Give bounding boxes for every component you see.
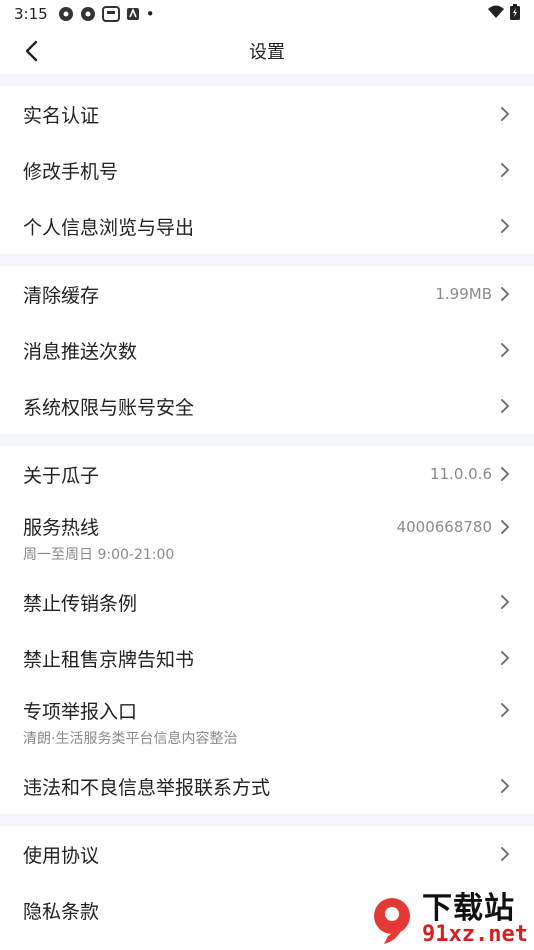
chevron-right-icon bbox=[498, 162, 512, 178]
row-label: 系统权限与账号安全 bbox=[23, 396, 195, 419]
row-subtitle: 周一至周日 9:00-21:00 bbox=[23, 546, 175, 563]
notification-dot: • bbox=[145, 5, 155, 23]
status-time: 3:15 bbox=[14, 5, 48, 23]
row-label: 专项举报入口 bbox=[23, 700, 138, 723]
hotline-number: 4000668780 bbox=[396, 518, 492, 536]
watermark-logo: 下载站 91xz.net bbox=[364, 892, 528, 948]
chevron-right-icon bbox=[498, 778, 512, 794]
navigation-bar: 设置 bbox=[0, 28, 534, 74]
chevron-left-icon bbox=[25, 40, 38, 62]
app-icon bbox=[126, 7, 140, 21]
chevron-right-icon bbox=[498, 286, 512, 302]
settings-row[interactable]: 禁止传销条例 bbox=[0, 574, 534, 630]
row-label: 隐私条款 bbox=[23, 900, 100, 923]
watermark-url: 91xz.net bbox=[422, 922, 528, 947]
chevron-right-icon bbox=[498, 594, 512, 610]
app-icon bbox=[58, 6, 74, 22]
version-value: 11.0.0.6 bbox=[429, 465, 492, 483]
settings-row[interactable]: 专项举报入口 清朗·生活服务类平台信息内容整治 bbox=[0, 686, 534, 758]
settings-row[interactable]: 使用协议 bbox=[0, 826, 534, 882]
page-title: 设置 bbox=[249, 42, 285, 63]
settings-row[interactable]: 消息推送次数 bbox=[0, 322, 534, 378]
chevron-right-icon bbox=[498, 106, 512, 122]
row-label: 个人信息浏览与导出 bbox=[23, 216, 195, 239]
row-label: 实名认证 bbox=[23, 104, 100, 127]
chevron-right-icon bbox=[498, 650, 512, 666]
settings-group: 实名认证 修改手机号 个人信息浏览与导出 bbox=[0, 86, 534, 254]
row-label: 使用协议 bbox=[23, 844, 100, 867]
settings-row[interactable]: 个人信息浏览与导出 bbox=[0, 198, 534, 254]
row-label: 消息推送次数 bbox=[23, 340, 138, 363]
section-divider bbox=[0, 814, 534, 826]
watermark-text: 下载站 bbox=[422, 891, 516, 926]
battery-icon bbox=[510, 4, 520, 24]
row-subtitle: 清朗·生活服务类平台信息内容整治 bbox=[23, 730, 238, 747]
row-label: 禁止租售京牌告知书 bbox=[23, 648, 195, 671]
app-icon bbox=[101, 6, 120, 22]
app-icon bbox=[80, 6, 96, 22]
section-divider bbox=[0, 434, 534, 446]
status-bar: 3:15 • bbox=[0, 0, 534, 28]
settings-row[interactable]: 清除缓存 1.99MB bbox=[0, 266, 534, 322]
row-label: 修改手机号 bbox=[23, 160, 119, 183]
back-button[interactable] bbox=[16, 36, 46, 66]
settings-row[interactable]: 禁止租售京牌告知书 bbox=[0, 630, 534, 686]
chevron-right-icon bbox=[498, 218, 512, 234]
settings-row[interactable]: 系统权限与账号安全 bbox=[0, 378, 534, 434]
row-label: 禁止传销条例 bbox=[23, 592, 138, 615]
section-divider bbox=[0, 254, 534, 266]
settings-group: 关于瓜子 11.0.0.6 服务热线 周一至周日 9:00-21:00 4000… bbox=[0, 446, 534, 814]
settings-row[interactable]: 违法和不良信息举报联系方式 bbox=[0, 758, 534, 814]
chevron-right-icon bbox=[498, 519, 512, 535]
chevron-right-icon bbox=[498, 846, 512, 862]
row-label: 清除缓存 bbox=[23, 284, 100, 307]
chevron-right-icon bbox=[498, 466, 512, 482]
wifi-icon bbox=[488, 5, 504, 23]
settings-row[interactable]: 实名认证 bbox=[0, 86, 534, 142]
row-label: 服务热线 bbox=[23, 516, 100, 539]
chevron-right-icon bbox=[498, 342, 512, 358]
watermark-9-icon bbox=[374, 898, 411, 944]
settings-group: 清除缓存 1.99MB 消息推送次数 系统权限与账号安全 bbox=[0, 266, 534, 434]
settings-row[interactable]: 服务热线 周一至周日 9:00-21:00 4000668780 bbox=[0, 502, 534, 574]
section-divider bbox=[0, 74, 534, 86]
settings-row[interactable]: 修改手机号 bbox=[0, 142, 534, 198]
row-label: 违法和不良信息举报联系方式 bbox=[23, 776, 271, 799]
row-label: 关于瓜子 bbox=[23, 464, 100, 487]
chevron-right-icon bbox=[498, 702, 512, 718]
cache-size: 1.99MB bbox=[435, 285, 492, 303]
settings-row[interactable]: 关于瓜子 11.0.0.6 bbox=[0, 446, 534, 502]
chevron-right-icon bbox=[498, 398, 512, 414]
